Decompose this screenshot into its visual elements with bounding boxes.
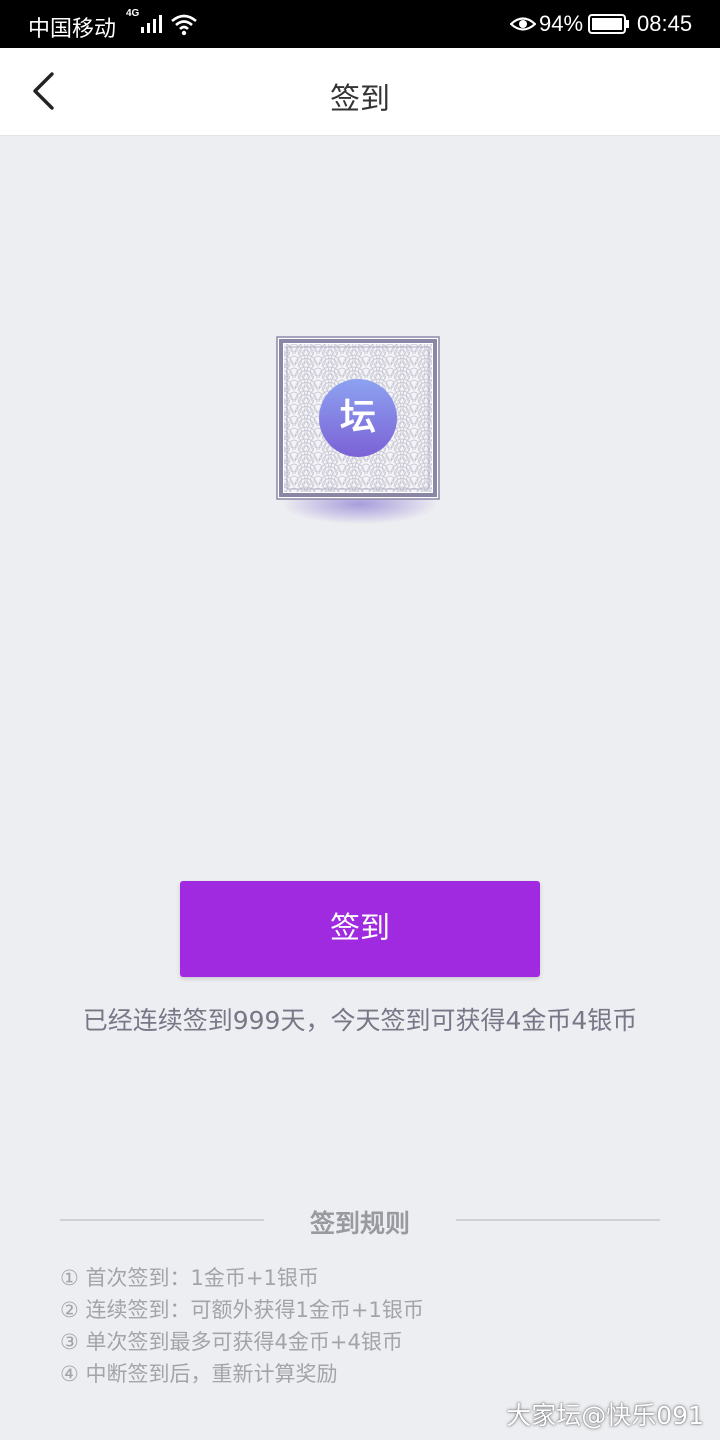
battery-percent: 94% — [539, 11, 584, 36]
page-title: 签到 — [330, 82, 390, 117]
rule-item: ① 首次签到：1金币+1银币 — [60, 1266, 319, 1290]
rules-list: ① 首次签到：1金币+1银币 ② 连续签到：可额外获得1金币+1银币 ③ 单次签… — [60, 1262, 680, 1390]
network-type: 4G — [126, 8, 140, 19]
rules-divider-left — [60, 1219, 264, 1221]
rule-item: ④ 中断签到后，重新计算奖励 — [60, 1362, 338, 1386]
signal-icon — [141, 15, 162, 33]
wifi-icon — [171, 14, 197, 36]
signin-button[interactable]: 签到 — [180, 881, 540, 977]
rule-item: ② 连续签到：可额外获得1金币+1银币 — [60, 1298, 424, 1322]
streak-info: 已经连续签到999天，今天签到可获得4金币4银币 — [82, 1006, 638, 1035]
clock: 08:45 — [637, 11, 693, 36]
nav-header: 签到 — [0, 48, 720, 136]
carrier-name: 中国移动 — [28, 16, 117, 41]
battery-icon — [588, 14, 629, 34]
rules-divider-right — [456, 1219, 660, 1221]
eye-icon — [510, 17, 536, 31]
rules-title: 签到规则 — [309, 1209, 410, 1238]
status-bar: 中国移动 4G 94% 08:45 — [0, 0, 720, 48]
watermark: 大家坛@快乐091 — [506, 1401, 704, 1430]
rule-item: ③ 单次签到最多可获得4金币+4银币 — [60, 1330, 403, 1354]
badge-character: 坛 — [339, 397, 376, 438]
